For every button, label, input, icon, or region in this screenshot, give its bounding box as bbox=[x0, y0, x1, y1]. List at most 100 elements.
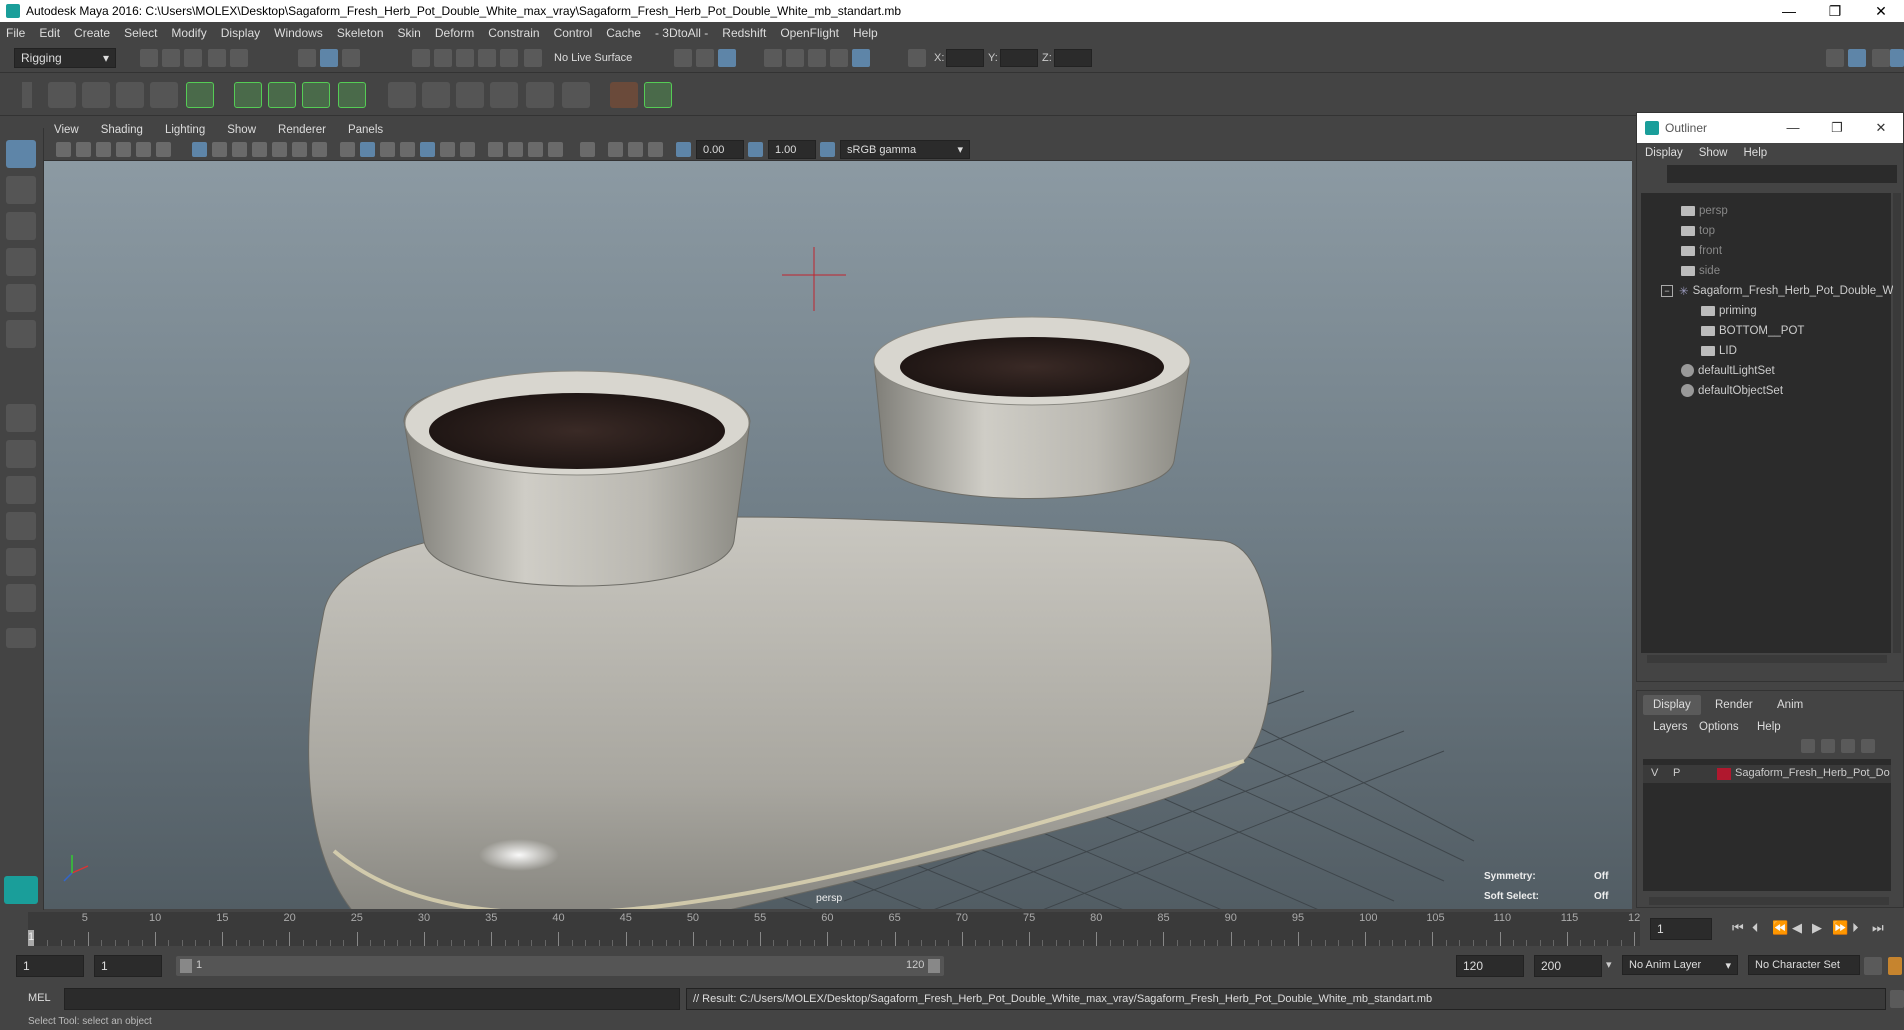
quick-rig-icon[interactable] bbox=[186, 82, 214, 108]
redo-icon[interactable] bbox=[230, 49, 248, 67]
outliner-search-input[interactable] bbox=[1667, 165, 1897, 183]
outliner-menu-show[interactable]: Show bbox=[1699, 147, 1728, 159]
current-frame-field[interactable]: 1 bbox=[1650, 918, 1712, 940]
menu-3dtoall[interactable]: - 3DtoAll - bbox=[655, 26, 708, 40]
outliner-menu-display[interactable]: Display bbox=[1645, 147, 1683, 159]
snap-curve-icon[interactable] bbox=[434, 49, 452, 67]
aim-constraint-icon[interactable] bbox=[526, 82, 554, 108]
scale-tool-icon[interactable] bbox=[6, 320, 36, 348]
smooth-shade-icon[interactable] bbox=[360, 142, 375, 157]
wireframe-icon[interactable] bbox=[340, 142, 355, 157]
select-object-icon[interactable] bbox=[320, 49, 338, 67]
menu-skin[interactable]: Skin bbox=[398, 26, 421, 40]
menu-openflight[interactable]: OpenFlight bbox=[780, 26, 839, 40]
step-forward-key-icon[interactable]: ⏩ bbox=[1832, 920, 1848, 936]
anim-layer-dropdown[interactable]: No Anim Layer ▾ bbox=[1622, 955, 1738, 975]
ik-spline-icon[interactable] bbox=[116, 82, 144, 108]
select-tool-icon[interactable] bbox=[6, 140, 36, 168]
exposure-field[interactable]: 0.00 bbox=[696, 140, 744, 159]
snap-surface-icon[interactable] bbox=[500, 49, 518, 67]
paint-select-icon[interactable] bbox=[6, 212, 36, 240]
layer-color-swatch[interactable] bbox=[1717, 768, 1731, 780]
menu-redshift[interactable]: Redshift bbox=[722, 26, 766, 40]
menu-constrain[interactable]: Constrain bbox=[488, 26, 539, 40]
single-perspective-layout-icon[interactable] bbox=[6, 404, 36, 432]
modeling-toolkit-icon[interactable] bbox=[1826, 49, 1844, 67]
playback-start-field[interactable]: 1 bbox=[94, 955, 162, 977]
layout-options-icon[interactable] bbox=[6, 628, 36, 648]
wireframe-on-shaded-icon[interactable] bbox=[420, 142, 435, 157]
play-forward-icon[interactable]: ▶ bbox=[1812, 920, 1822, 936]
menu-control[interactable]: Control bbox=[554, 26, 593, 40]
use-all-lights-icon[interactable] bbox=[440, 142, 455, 157]
layer-menu-help[interactable]: Help bbox=[1757, 721, 1781, 733]
outliner-close-button[interactable]: ✕ bbox=[1859, 120, 1903, 136]
bookmark-icon[interactable] bbox=[96, 142, 111, 157]
panel-menu-show[interactable]: Show bbox=[227, 124, 256, 136]
select-component-icon[interactable] bbox=[342, 49, 360, 67]
move-tool-icon[interactable] bbox=[6, 248, 36, 276]
range-end-handle[interactable] bbox=[928, 959, 940, 973]
move-layer-down-icon[interactable] bbox=[1821, 739, 1835, 753]
layer-tab-render[interactable]: Render bbox=[1705, 695, 1763, 715]
film-gate-icon[interactable] bbox=[212, 142, 227, 157]
render-view-icon[interactable] bbox=[764, 49, 782, 67]
outliner-layout-icon[interactable] bbox=[6, 512, 36, 540]
y-field[interactable] bbox=[1000, 49, 1038, 67]
colorspace-dropdown[interactable]: sRGB gamma ▾ bbox=[840, 140, 970, 159]
time-slider-track[interactable]: 5 10 15 20 25 30 35 40 45 50 55 60 65 70 75 80 85 90 95 100… bbox=[28, 912, 1646, 946]
z-field[interactable] bbox=[1054, 49, 1092, 67]
ik-fk-icon[interactable] bbox=[644, 82, 672, 108]
textured-icon[interactable] bbox=[400, 142, 415, 157]
render-settings-icon[interactable] bbox=[830, 49, 848, 67]
script-language-toggle[interactable]: MEL bbox=[28, 992, 51, 1004]
shelf-options-icon[interactable] bbox=[22, 82, 32, 108]
menu-select[interactable]: Select bbox=[124, 26, 157, 40]
layer-tab-display[interactable]: Display bbox=[1643, 695, 1701, 715]
joint-tool-icon[interactable] bbox=[48, 82, 76, 108]
shadows-icon[interactable] bbox=[460, 142, 475, 157]
panel-menu-panels[interactable]: Panels bbox=[348, 124, 383, 136]
go-to-end-icon[interactable]: ⏭ bbox=[1872, 920, 1884, 936]
save-scene-icon[interactable] bbox=[184, 49, 202, 67]
isolate-select-icon[interactable] bbox=[580, 142, 595, 157]
graph-layout-icon[interactable] bbox=[6, 548, 36, 576]
two-pane-layout-icon[interactable] bbox=[6, 476, 36, 504]
menu-display[interactable]: Display bbox=[221, 26, 260, 40]
gate-mask-icon[interactable] bbox=[252, 142, 267, 157]
outliner-horizontal-scrollbar[interactable] bbox=[1647, 655, 1887, 663]
gamma-field[interactable]: 1.00 bbox=[768, 140, 816, 159]
playback-end-field[interactable]: 120 bbox=[1456, 955, 1524, 977]
character-set-dropdown[interactable]: No Character Set bbox=[1748, 955, 1860, 975]
depth-of-field-icon[interactable] bbox=[548, 142, 563, 157]
panel-menu-renderer[interactable]: Renderer bbox=[278, 124, 326, 136]
outliner-item-bottom-pot[interactable]: BOTTOM__POT bbox=[1701, 321, 1804, 340]
xray-joints-icon[interactable] bbox=[648, 142, 663, 157]
exposure-icon[interactable] bbox=[676, 142, 691, 157]
four-view-layout-icon[interactable] bbox=[6, 440, 36, 468]
screen-space-ao-icon[interactable] bbox=[488, 142, 503, 157]
new-empty-layer-icon[interactable] bbox=[1841, 739, 1855, 753]
input-ops-icon[interactable] bbox=[674, 49, 692, 67]
grease-pencil-icon[interactable] bbox=[156, 142, 171, 157]
lasso-tool-icon[interactable] bbox=[6, 176, 36, 204]
locator-icon[interactable] bbox=[610, 82, 638, 108]
construction-history-icon[interactable] bbox=[718, 49, 736, 67]
panel-menu-view[interactable]: View bbox=[54, 124, 79, 136]
render-current-icon[interactable] bbox=[786, 49, 804, 67]
outliner-vertical-scrollbar[interactable] bbox=[1893, 193, 1901, 653]
outliner-restore-button[interactable]: ❐ bbox=[1815, 120, 1859, 136]
make-live-icon[interactable] bbox=[524, 49, 542, 67]
cluster-icon[interactable] bbox=[268, 82, 296, 108]
menu-file[interactable]: File bbox=[6, 26, 25, 40]
resolution-gate-icon[interactable] bbox=[232, 142, 247, 157]
step-forward-icon[interactable]: ⏵ bbox=[1852, 920, 1859, 936]
layer-horizontal-scrollbar[interactable] bbox=[1649, 897, 1889, 905]
camera-select-icon[interactable] bbox=[56, 142, 71, 157]
menu-help[interactable]: Help bbox=[853, 26, 878, 40]
menu-modify[interactable]: Modify bbox=[171, 26, 206, 40]
hypershade-layout-icon[interactable] bbox=[6, 584, 36, 612]
ik-handle-icon[interactable] bbox=[82, 82, 110, 108]
outliner-item-sagaform-group[interactable]: − ✳ Sagaform_Fresh_Herb_Pot_Double_W bbox=[1661, 281, 1893, 300]
layer-row[interactable]: V P Sagaform_Fresh_Herb_Pot_Do bbox=[1643, 765, 1891, 783]
